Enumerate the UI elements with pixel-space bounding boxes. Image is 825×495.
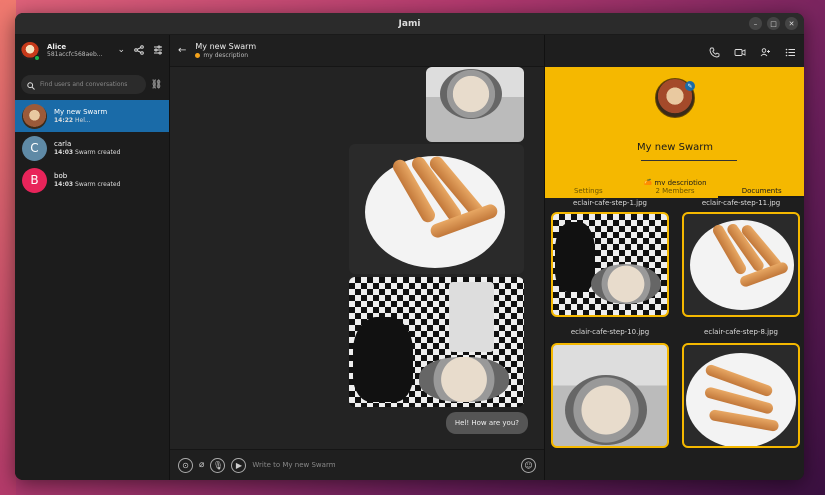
message-bubble: Hel! How are you? bbox=[445, 412, 528, 434]
emoji-icon[interactable]: ☺ bbox=[521, 457, 536, 473]
attach-icon[interactable]: ⌀ bbox=[199, 460, 204, 470]
titlebar: Jami – □ ✕ bbox=[15, 13, 804, 35]
conversation-preview-text: Hel... bbox=[75, 116, 91, 124]
account-tools: ⌄ bbox=[117, 45, 163, 58]
conversation-avatar: C bbox=[22, 135, 47, 161]
chevron-down-icon[interactable]: ⌄ bbox=[117, 45, 125, 58]
start-swarm-icon[interactable]: ⛓ bbox=[150, 80, 163, 90]
document-thumbnail[interactable] bbox=[551, 212, 669, 317]
minimize-button[interactable]: – bbox=[749, 17, 762, 30]
app-window: Jami – □ ✕ Alice 581accfc568aeb... ⌄ Fin… bbox=[15, 13, 804, 480]
pot-image bbox=[591, 264, 661, 304]
cat-image bbox=[555, 222, 595, 292]
message-image[interactable] bbox=[349, 277, 524, 407]
search-box[interactable] bbox=[21, 75, 146, 94]
message-image[interactable] bbox=[349, 144, 524, 274]
window-title: Jami bbox=[398, 18, 421, 29]
conversation-time: 14:22 bbox=[54, 116, 74, 124]
avatar-initial: C bbox=[30, 141, 39, 155]
bowl-image bbox=[565, 375, 647, 445]
document-thumbnail[interactable] bbox=[682, 212, 800, 317]
conversation-text: My new Swarm 14:22 Hel... bbox=[54, 108, 107, 124]
search-bar: ⛓ bbox=[21, 75, 163, 94]
video-message-icon[interactable]: ▶ bbox=[231, 457, 247, 473]
conversation-item-carla[interactable]: C carla 14:03 Swarm created bbox=[15, 132, 169, 164]
conversation-name: carla bbox=[54, 139, 72, 148]
conversation-item-bob[interactable]: B bob 14:03 Swarm created bbox=[15, 164, 169, 196]
account-id: 581accfc568aeb... bbox=[47, 50, 103, 58]
conversation-preview-text: Swarm created bbox=[75, 148, 121, 156]
account-avatar bbox=[21, 42, 40, 61]
document-name: eclair-cafe-step-10.jpg bbox=[570, 328, 650, 336]
swarm-header: ✎ My new Swarm 🍊 my description bbox=[545, 67, 804, 192]
swarm-avatar[interactable]: ✎ bbox=[655, 78, 695, 118]
chat-title: My new Swarm bbox=[195, 42, 257, 52]
conversation-name: bob bbox=[54, 171, 68, 180]
chat-header-actions bbox=[709, 43, 796, 62]
cat-image bbox=[353, 317, 413, 402]
swarm-emoji-icon bbox=[195, 52, 201, 58]
message-composer: ⊙ ⌀ 🎙 ▶ ☺ bbox=[170, 449, 544, 480]
documents-grid[interactable]: eclair-cafe-step-1.jpg eclair-cafe-step-… bbox=[545, 198, 804, 480]
close-button[interactable]: ✕ bbox=[785, 17, 798, 30]
sidebar: Alice 581accfc568aeb... ⌄ ⛓ bbox=[15, 35, 170, 480]
conversation-time: 14:03 bbox=[54, 180, 74, 188]
packaging-image bbox=[449, 282, 494, 352]
chat-title-area: My new Swarm my description bbox=[195, 42, 256, 59]
conversation-preview-text: Swarm created bbox=[75, 180, 121, 188]
conversation-preview: 14:03 Swarm created bbox=[54, 149, 120, 157]
conversation-list: My new Swarm 14:22 Hel... C carla 14:03 … bbox=[15, 100, 169, 196]
settings-icon[interactable] bbox=[153, 45, 163, 58]
document-name: eclair-cafe-step-8.jpg bbox=[704, 328, 778, 336]
conversation-name: My new Swarm bbox=[54, 107, 108, 116]
conversation-text: bob 14:03 Swarm created bbox=[54, 172, 120, 188]
avatar-initial: B bbox=[30, 173, 39, 187]
tab-settings[interactable]: Settings bbox=[545, 185, 632, 198]
chat-description: my description bbox=[195, 52, 256, 59]
chat-header: ← My new Swarm my description bbox=[170, 35, 544, 67]
conversation-time: 14:03 bbox=[54, 148, 74, 156]
bowl-image bbox=[440, 69, 502, 119]
conversation-preview: 14:22 Hel... bbox=[54, 117, 107, 125]
document-name: eclair-cafe-step-11.jpg bbox=[701, 199, 781, 207]
conversation-avatar bbox=[22, 103, 47, 129]
audio-message-icon[interactable]: 🎙 bbox=[210, 457, 226, 473]
tab-documents[interactable]: Documents bbox=[718, 185, 804, 198]
details-panel: ✎ My new Swarm 🍊 my description Settings… bbox=[544, 35, 804, 480]
back-arrow-icon[interactable]: ← bbox=[178, 45, 186, 56]
account-info: Alice 581accfc568aeb... bbox=[47, 43, 103, 58]
window-controls: – □ ✕ bbox=[749, 17, 798, 30]
details-tabs: Settings 2 Members Documents bbox=[545, 185, 804, 198]
search-input[interactable] bbox=[40, 81, 140, 88]
edit-avatar-icon[interactable]: ✎ bbox=[685, 81, 695, 91]
message-list[interactable]: Hel! How are you? bbox=[170, 67, 544, 449]
add-member-icon[interactable] bbox=[760, 43, 771, 62]
phone-icon[interactable] bbox=[709, 43, 720, 62]
account-selector[interactable]: Alice 581accfc568aeb... ⌄ bbox=[15, 35, 169, 67]
conversation-text: carla 14:03 Swarm created bbox=[54, 140, 120, 156]
chat-description-text: my description bbox=[203, 51, 249, 59]
document-thumbnail[interactable] bbox=[551, 343, 669, 448]
conversation-item-my-new-swarm[interactable]: My new Swarm 14:22 Hel... bbox=[15, 100, 169, 132]
tab-members[interactable]: 2 Members bbox=[632, 185, 719, 198]
desktop-background bbox=[0, 0, 16, 495]
conversation-avatar: B bbox=[22, 167, 47, 193]
conversation-preview: 14:03 Swarm created bbox=[54, 181, 120, 189]
location-icon[interactable]: ⊙ bbox=[178, 457, 193, 473]
details-icon[interactable] bbox=[785, 43, 796, 62]
presence-indicator bbox=[34, 55, 40, 61]
message-input[interactable] bbox=[252, 461, 515, 469]
document-thumbnail[interactable] bbox=[682, 343, 800, 448]
search-icon bbox=[27, 75, 35, 94]
maximize-button[interactable]: □ bbox=[767, 17, 780, 30]
video-icon[interactable] bbox=[734, 43, 746, 62]
pot-image bbox=[419, 357, 509, 402]
name-underline bbox=[641, 160, 737, 161]
document-name: eclair-cafe-step-1.jpg bbox=[573, 199, 647, 207]
chat-panel: ← My new Swarm my description Hel! How a… bbox=[170, 35, 544, 480]
swarm-name[interactable]: My new Swarm bbox=[545, 142, 804, 153]
share-icon[interactable] bbox=[134, 45, 144, 58]
message-image[interactable] bbox=[426, 67, 524, 142]
